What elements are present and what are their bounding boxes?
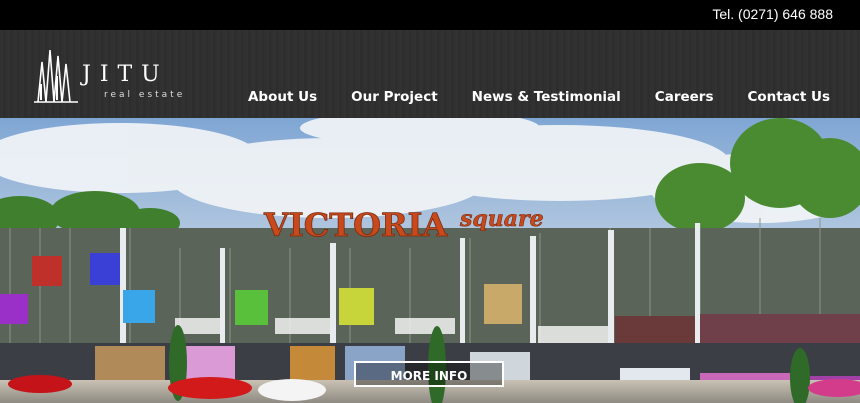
sign-victoria: VICTORIA	[263, 206, 449, 244]
nav-about-us[interactable]: About Us	[248, 89, 317, 105]
site-header: JITU real estate About Us Our Project Ne…	[0, 30, 860, 118]
nav-our-project[interactable]: Our Project	[351, 89, 438, 105]
main-nav: About Us Our Project News & Testimonial …	[214, 89, 830, 105]
phone-number[interactable]: Tel. (0271) 646 888	[712, 6, 833, 22]
building-logo-icon	[34, 49, 78, 103]
nav-news-testimonial[interactable]: News & Testimonial	[472, 89, 621, 105]
more-info-button[interactable]: MORE INFO	[354, 361, 504, 387]
brand-name: JITU	[82, 62, 169, 87]
sign-square: square	[459, 206, 544, 232]
brand-tagline: real estate	[104, 90, 186, 100]
nav-careers[interactable]: Careers	[655, 89, 714, 105]
brand-logo[interactable]: JITU real estate	[32, 44, 202, 106]
nav-contact-us[interactable]: Contact Us	[747, 89, 830, 105]
top-bar: Tel. (0271) 646 888	[0, 0, 860, 30]
